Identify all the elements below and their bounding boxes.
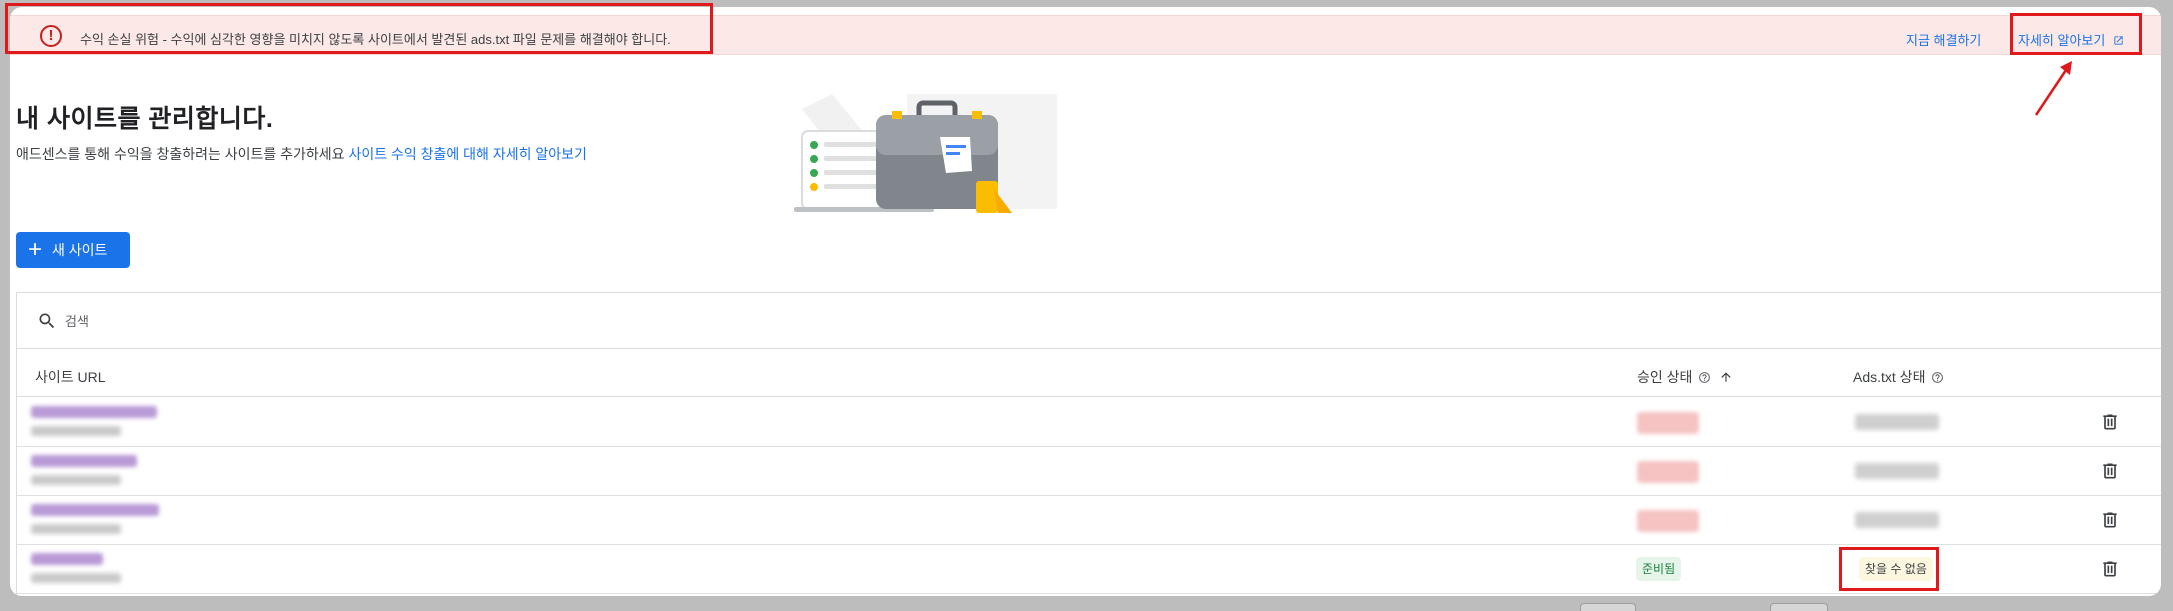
site-url-redacted[interactable] — [31, 553, 103, 565]
table-row[interactable] — [17, 496, 2161, 545]
site-url-redacted[interactable] — [31, 455, 137, 467]
approval-header-label: 승인 상태 — [1637, 369, 1693, 385]
learn-more-link[interactable]: 자세히 알아보기 — [2018, 30, 2124, 49]
search-bar — [17, 293, 2161, 349]
briefcase-illustration — [794, 94, 1057, 213]
fix-now-link[interactable]: 지금 해결하기 — [1906, 30, 1981, 49]
table-header: 사이트 URL 승인 상태 Ads.txt 상태 — [17, 349, 2161, 397]
sites-table: 사이트 URL 승인 상태 Ads.txt 상태 — [16, 292, 2161, 596]
bottom-backdrop — [0, 596, 2173, 611]
delete-icon[interactable] — [2100, 412, 2120, 432]
monetize-learn-more-link[interactable]: 사이트 수익 창출에 대해 자세히 알아보기 — [348, 146, 586, 162]
page-title: 내 사이트를 관리합니다. — [16, 105, 274, 133]
ads-status-redacted — [1855, 512, 1939, 528]
pagination-button[interactable] — [1770, 603, 1828, 611]
sites-page: ! 수익 손실 위험 - 수익에 심각한 영향을 미치지 않도록 사이트에서 발… — [10, 7, 2161, 596]
table-row[interactable]: 준비됨 찾을 수 없음 — [17, 545, 2161, 594]
column-header-approval[interactable]: 승인 상태 — [1637, 367, 1733, 387]
ads-txt-status-chip[interactable]: 찾을 수 없음 — [1859, 557, 1933, 581]
delete-icon[interactable] — [2100, 461, 2120, 481]
search-input[interactable] — [65, 309, 565, 333]
site-url-redacted[interactable] — [31, 406, 157, 418]
error-icon: ! — [40, 25, 62, 47]
page-subtitle: 애드센스를 통해 수익을 창출하려는 사이트를 추가하세요 사이트 수익 창출에… — [16, 144, 587, 164]
learn-more-label: 자세히 알아보기 — [2018, 33, 2106, 48]
site-sub-redacted — [31, 426, 121, 436]
table-row[interactable] — [17, 447, 2161, 496]
add-site-button[interactable]: + 새 사이트 — [16, 232, 130, 268]
pagination-button[interactable] — [1580, 603, 1636, 611]
ads-status-redacted — [1855, 414, 1939, 430]
plus-icon: + — [28, 236, 43, 263]
approval-status-redacted — [1637, 461, 1699, 483]
site-sub-redacted — [31, 573, 121, 583]
site-sub-redacted — [31, 475, 121, 485]
column-header-url[interactable]: 사이트 URL — [35, 367, 106, 387]
approval-status-redacted — [1637, 412, 1699, 434]
column-header-ads-txt[interactable]: Ads.txt 상태 — [1853, 367, 1944, 387]
approval-status-chip: 준비됨 — [1636, 557, 1682, 581]
add-site-label: 새 사이트 — [52, 242, 108, 258]
approval-status-redacted — [1637, 510, 1699, 532]
ads-txt-header-label: Ads.txt 상태 — [1853, 369, 1926, 385]
delete-icon[interactable] — [2100, 510, 2120, 530]
ads-status-redacted — [1855, 463, 1939, 479]
help-icon[interactable] — [1698, 371, 1711, 384]
site-url-redacted[interactable] — [31, 504, 159, 516]
alert-message: 수익 손실 위험 - 수익에 심각한 영향을 미치지 않도록 사이트에서 발견된… — [80, 32, 671, 47]
delete-icon[interactable] — [2100, 559, 2120, 579]
table-row[interactable] — [17, 398, 2161, 447]
search-icon — [39, 313, 55, 329]
open-in-new-icon — [2114, 36, 2123, 45]
revenue-risk-alert: ! 수익 손실 위험 - 수익에 심각한 영향을 미치지 않도록 사이트에서 발… — [10, 15, 2161, 55]
subtitle-text: 애드센스를 통해 수익을 창출하려는 사이트를 추가하세요 — [16, 146, 345, 162]
help-icon[interactable] — [1931, 371, 1944, 384]
site-sub-redacted — [31, 524, 121, 534]
sort-arrow-up-icon[interactable] — [1719, 370, 1733, 384]
